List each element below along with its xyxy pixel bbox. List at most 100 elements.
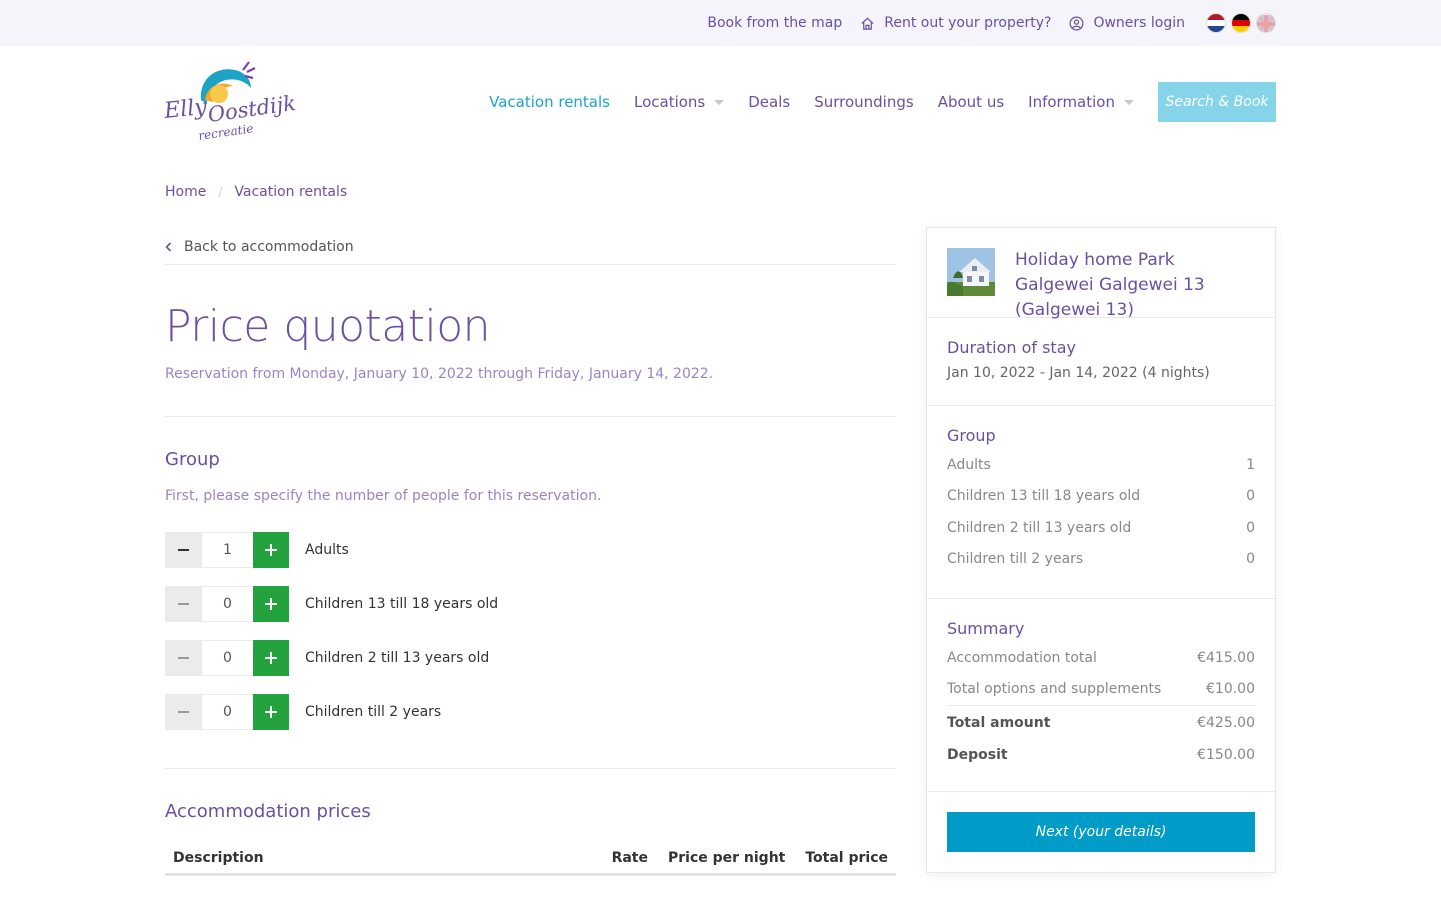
increment-button[interactable]: [253, 694, 289, 730]
next-your-details-button[interactable]: Next (your details): [947, 811, 1255, 852]
group-helper-text: First, please specify the number of peop…: [165, 488, 602, 504]
duration-section: Duration of stay Jan 10, 2022 - Jan 14, …: [927, 318, 1275, 406]
nav-information-label: Information: [1028, 93, 1115, 111]
nav-surroundings-label: Surroundings: [814, 93, 914, 111]
main-navigation: Vacation rentals Locations Deals Surroun…: [465, 82, 1276, 122]
summary-row-label: Total options and supplements: [947, 681, 1162, 698]
nav-vacation-rentals-label: Vacation rentals: [489, 93, 610, 111]
summary-row-value: €415.00: [1197, 649, 1255, 666]
minus-icon: [178, 711, 189, 713]
breadcrumb-separator: /: [218, 185, 223, 199]
rent-out-link[interactable]: Rent out your property?: [860, 15, 1051, 31]
book-from-map-label: Book from the map: [707, 15, 843, 31]
quantity-input[interactable]: 1: [202, 532, 253, 568]
total-amount-label: Total amount: [947, 714, 1051, 731]
accommodation-prices-title: Accommodation prices: [165, 801, 371, 822]
summary-row-label: Accommodation total: [947, 649, 1097, 666]
stepper-adults: 1 Adults: [165, 532, 896, 568]
group-row-label: Children 13 till 18 years old: [947, 488, 1141, 505]
svg-text:recreatie: recreatie: [197, 121, 254, 143]
home-icon: [861, 17, 874, 30]
decrement-button[interactable]: [165, 694, 202, 730]
nav-information[interactable]: Information: [1028, 93, 1134, 111]
group-row: Children 2 till 13 years old 0: [947, 512, 1255, 544]
col-total-price: Total price: [805, 849, 888, 866]
svg-text:Elly: Elly: [163, 95, 209, 124]
group-row-value: 1: [1246, 456, 1255, 473]
stepper-label: Children till 2 years: [305, 704, 442, 720]
deposit-value: €150.00: [1197, 746, 1255, 763]
chevron-left-icon: [165, 242, 172, 252]
quantity-input[interactable]: 0: [202, 586, 253, 622]
col-rate: Rate: [611, 849, 648, 866]
stepper-children-2-13: 0 Children 2 till 13 years old: [165, 640, 896, 676]
group-row-label: Adults: [947, 456, 991, 473]
quantity-input[interactable]: 0: [202, 694, 253, 730]
quantity-input[interactable]: 0: [202, 640, 253, 676]
english-flag-icon[interactable]: [1256, 13, 1276, 33]
prices-table-header: Description Rate Price per night Total p…: [165, 842, 896, 876]
col-description: Description: [173, 849, 264, 866]
property-summary: Holiday home Park Galgewei Galgewei 13 (…: [927, 228, 1275, 320]
group-row-value: 0: [1246, 551, 1255, 568]
deposit-label: Deposit: [947, 746, 1008, 763]
increment-button[interactable]: [253, 640, 289, 676]
group-row: Adults 1: [947, 449, 1255, 481]
property-name-link[interactable]: Holiday home Park Galgewei Galgewei 13 (…: [1015, 248, 1255, 323]
stepper-label: Children 2 till 13 years old: [305, 650, 490, 666]
back-to-accommodation-link[interactable]: Back to accommodation: [165, 230, 896, 265]
summary-title: Summary: [947, 619, 1025, 638]
group-row-label: Children 2 till 13 years old: [947, 519, 1132, 536]
nav-surroundings[interactable]: Surroundings: [814, 93, 914, 111]
stepper-children-13-18: 0 Children 13 till 18 years old: [165, 586, 896, 622]
group-row-value: 0: [1246, 488, 1255, 505]
breadcrumb: Home / Vacation rentals: [165, 184, 347, 200]
back-label: Back to accommodation: [184, 239, 354, 255]
minus-icon: [178, 657, 189, 659]
site-logo[interactable]: Elly Oostdijk recreatie: [162, 60, 298, 145]
dutch-flag-icon[interactable]: [1206, 13, 1226, 33]
nav-deals[interactable]: Deals: [748, 93, 790, 111]
divider: [165, 768, 896, 769]
page-title: Price quotation: [165, 301, 491, 352]
group-steppers: 1 Adults 0 Children 13 till 18 years old…: [165, 532, 896, 730]
nav-deals-label: Deals: [748, 93, 791, 111]
nav-locations[interactable]: Locations: [634, 93, 725, 111]
decrement-button[interactable]: [165, 532, 202, 568]
nav-about-us[interactable]: About us: [938, 93, 1004, 111]
nav-vacation-rentals[interactable]: Vacation rentals: [489, 93, 610, 111]
summary-row: Total options and supplements €10.00: [947, 674, 1255, 706]
group-section-title: Group: [165, 449, 220, 470]
group-row: Children till 2 years 0: [947, 544, 1255, 576]
increment-button[interactable]: [253, 586, 289, 622]
german-flag-icon[interactable]: [1231, 13, 1251, 33]
search-book-button[interactable]: Search & Book: [1158, 82, 1276, 122]
minus-icon: [178, 603, 189, 605]
divider: [165, 416, 896, 417]
decrement-button[interactable]: [165, 586, 202, 622]
summary-section: Summary Accommodation total €415.00 Total…: [927, 599, 1275, 771]
breadcrumb-vacation-rentals[interactable]: Vacation rentals: [234, 184, 347, 200]
duration-text: Jan 10, 2022 - Jan 14, 2022 (4 nights): [947, 365, 1210, 381]
main-content: Back to accommodation Price quotation Re…: [165, 230, 896, 876]
group-summary-section: Group Adults 1 Children 13 till 18 years …: [927, 406, 1275, 599]
property-thumbnail[interactable]: [947, 248, 995, 296]
stepper-label: Adults: [305, 542, 349, 558]
increment-button[interactable]: [253, 532, 289, 568]
group-row: Children 13 till 18 years old 0: [947, 481, 1255, 513]
minus-icon: [178, 549, 189, 551]
user-circle-icon: [1069, 16, 1084, 30]
book-from-map-link[interactable]: Book from the map: [707, 15, 842, 31]
owners-login-link[interactable]: Owners login: [1069, 15, 1185, 31]
language-switcher: [1201, 13, 1276, 33]
divider: [927, 790, 1275, 792]
decrement-button[interactable]: [165, 640, 202, 676]
chevron-down-icon: [714, 99, 725, 105]
breadcrumb-home[interactable]: Home: [165, 184, 206, 200]
summary-row-value: €10.00: [1206, 681, 1255, 698]
group-summary-title: Group: [947, 426, 996, 445]
duration-title: Duration of stay: [947, 338, 1076, 357]
utility-links: Book from the map Rent out your property…: [689, 0, 1276, 46]
chevron-down-icon: [1124, 99, 1134, 105]
col-price-per-night: Price per night: [667, 849, 786, 866]
